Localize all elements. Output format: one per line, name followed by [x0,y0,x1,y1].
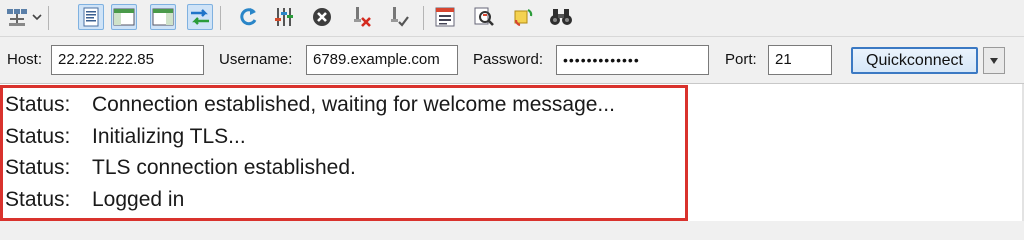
site-manager-dropdown[interactable] [30,4,44,30]
compare-directories-icon [474,7,494,26]
quickconnect-button[interactable]: Quickconnect [851,47,978,74]
compare-directories-button[interactable] [471,4,497,30]
cancel-operation-icon [313,8,331,26]
search-remote-files-button[interactable] [548,4,574,30]
host-label: Host: [7,51,43,68]
username-input[interactable]: 6789.example.com [306,45,458,75]
synchronized-browsing-button[interactable] [510,4,536,30]
directory-listing-filters-button[interactable] [432,4,458,30]
toggle-local-tree-button[interactable] [111,4,137,30]
toggle-transfer-queue-icon [191,9,209,25]
process-queue-button[interactable] [272,4,298,30]
toggle-remote-tree-icon [152,8,174,26]
site-manager-button[interactable] [4,4,30,30]
chevron-down-icon [990,57,998,64]
port-label: Port: [725,51,757,68]
binoculars-icon [550,9,572,25]
cancel-operation-button[interactable] [309,4,335,30]
quickconnect-bar: Host: 22.222.222.85 Username: 6789.examp… [0,37,1024,84]
reconnect-icon [391,7,409,27]
toggle-local-tree-icon [113,8,135,26]
directory-listing-filters-icon [435,7,455,27]
password-input[interactable]: ••••••••••••• [556,45,709,75]
message-log[interactable]: Status: Connection established, waiting f… [0,84,1024,221]
toggle-message-log-icon [83,7,99,27]
toggle-transfer-queue-button[interactable] [187,4,213,30]
highlight-box [0,85,688,221]
username-label: Username: [219,51,293,68]
reconnect-button[interactable] [386,4,412,30]
quickconnect-history-dropdown[interactable] [983,47,1005,74]
port-input[interactable]: 21 [768,45,832,75]
synchronized-browsing-icon [514,8,533,27]
refresh-icon [240,8,257,26]
refresh-button[interactable] [235,4,261,30]
toggle-message-log-button[interactable] [78,4,104,30]
process-queue-icon [275,8,293,26]
disconnect-icon [354,7,371,27]
toggle-remote-tree-button[interactable] [150,4,176,30]
site-manager-icon [7,9,27,26]
host-input[interactable]: 22.222.222.85 [51,45,204,75]
password-label: Password: [473,51,544,68]
chevron-down-icon [32,14,42,21]
disconnect-button[interactable] [349,4,375,30]
main-toolbar [0,0,1024,37]
